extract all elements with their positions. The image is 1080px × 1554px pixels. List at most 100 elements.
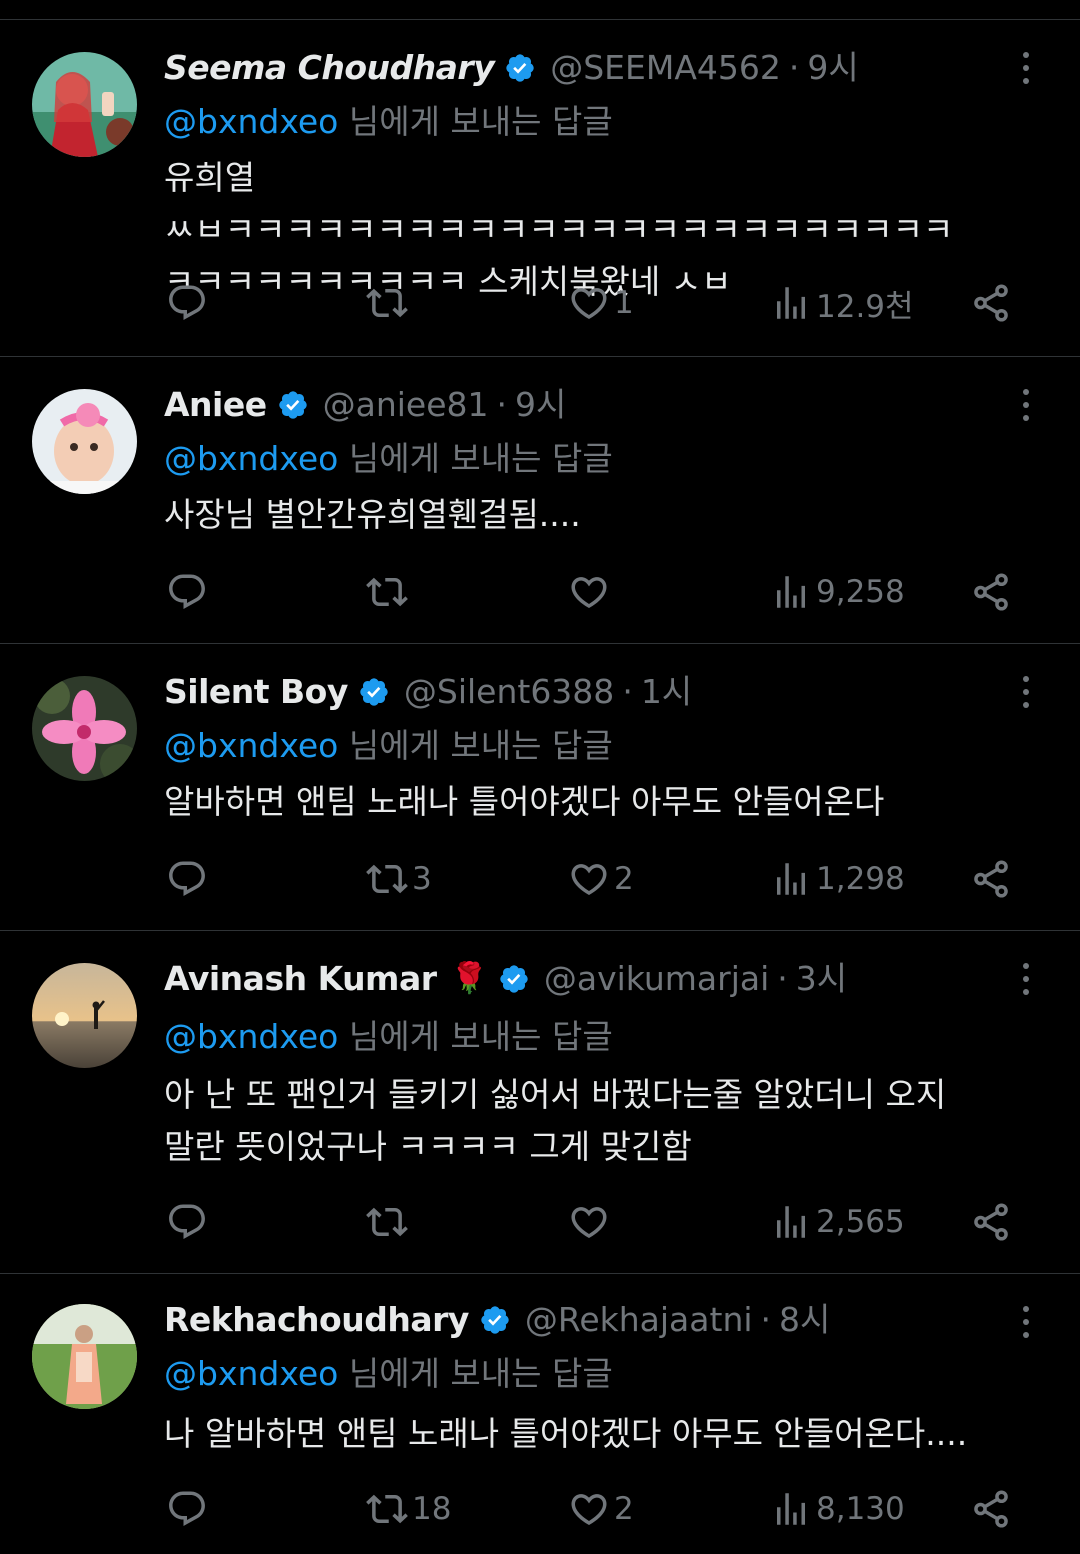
replying-to: @bxndxeo 님에게 보내는 답글 <box>164 100 613 144</box>
avatar[interactable] <box>32 389 137 494</box>
separator-dot: · <box>622 672 633 711</box>
more-icon[interactable] <box>1016 48 1036 88</box>
views-button[interactable]: 12.9천 <box>770 278 914 328</box>
reply-button[interactable] <box>166 1484 212 1534</box>
verified-badge-icon <box>278 391 307 419</box>
reply-tweet[interactable]: Aniee @aniee81 · 9시 @bxndxeo 님에게 보내는 답글 … <box>0 357 1080 644</box>
views-chart-icon <box>777 1493 805 1525</box>
like-count: 2 <box>614 1491 634 1527</box>
retweet-count: 18 <box>412 1491 452 1527</box>
reply-icon <box>169 1491 205 1526</box>
avatar[interactable] <box>32 676 137 781</box>
reply-suffix: 님에게 보내는 답글 <box>338 439 613 478</box>
reply-tweet[interactable]: Seema Choudhary @SEEMA4562 · 9시 @bxndxeo… <box>0 20 1080 357</box>
display-name[interactable]: Seema Choudhary <box>164 46 495 90</box>
avatar[interactable] <box>32 1304 137 1409</box>
retweet-button[interactable]: 3 <box>366 854 432 904</box>
reply-suffix: 님에게 보내는 답글 <box>338 726 613 765</box>
like-button[interactable] <box>568 1197 614 1247</box>
handle[interactable]: @SEEMA4562 <box>550 46 781 90</box>
retweet-icon <box>366 1494 408 1524</box>
action-bar: 3 2 1,298 <box>164 854 1024 904</box>
heart-icon <box>571 1207 607 1239</box>
display-name[interactable]: Aniee <box>164 383 267 427</box>
tweet-text: 나 알바하면 앤팀 노래나 틀어야겠다 아무도 안들어온다.... <box>164 1414 968 1453</box>
views-chart-icon <box>777 863 805 895</box>
reply-tweet[interactable]: Avinash Kumar 🌹 @avikumarjai · 3시 @bxndx… <box>0 931 1080 1274</box>
reply-mention-link[interactable]: @bxndxeo <box>164 1354 338 1393</box>
share-button[interactable] <box>970 1484 1012 1534</box>
tweet-header: Aniee @aniee81 · 9시 <box>164 383 566 427</box>
replying-to: @bxndxeo 님에게 보내는 답글 <box>164 1015 613 1059</box>
display-name[interactable]: Avinash Kumar <box>164 957 437 1001</box>
reply-suffix: 님에게 보내는 답글 <box>338 1017 613 1056</box>
separator-dot: · <box>777 959 788 998</box>
share-button[interactable] <box>970 854 1012 904</box>
reply-button[interactable] <box>166 1197 212 1247</box>
more-icon[interactable] <box>1016 385 1036 425</box>
avatar[interactable] <box>32 963 137 1068</box>
like-button[interactable]: 1 <box>568 278 634 328</box>
timestamp[interactable]: 3시 <box>796 957 847 1001</box>
avatar[interactable] <box>32 52 137 157</box>
timestamp[interactable]: 9시 <box>807 46 858 90</box>
handle[interactable]: @aniee81 <box>323 383 489 427</box>
replying-to: @bxndxeo 님에게 보내는 답글 <box>164 1352 613 1396</box>
retweet-button[interactable]: 18 <box>366 1484 451 1534</box>
replying-to: @bxndxeo 님에게 보내는 답글 <box>164 437 613 481</box>
share-icon <box>974 1203 1008 1241</box>
reply-mention-link[interactable]: @bxndxeo <box>164 439 338 478</box>
view-count: 1,298 <box>816 861 905 897</box>
share-button[interactable] <box>970 1197 1012 1247</box>
reply-mention-link[interactable]: @bxndxeo <box>164 726 338 765</box>
avatar-image <box>32 963 137 1068</box>
reply-mention-link[interactable]: @bxndxeo <box>164 1017 338 1056</box>
like-button[interactable]: 2 <box>568 1484 634 1534</box>
more-icon[interactable] <box>1016 1302 1036 1342</box>
verified-badge-icon <box>481 1306 509 1334</box>
reply-tweet[interactable]: Silent Boy @Silent6388 · 1시 @bxndxeo 님에게… <box>0 644 1080 931</box>
timestamp[interactable]: 9시 <box>515 383 566 427</box>
timestamp[interactable]: 8시 <box>779 1298 830 1342</box>
tweet-header: Rekhachoudhary @Rekhajaatni · 8시 <box>164 1298 830 1342</box>
views-button[interactable]: 1,298 <box>770 854 905 904</box>
views-button[interactable]: 8,130 <box>770 1484 905 1534</box>
reply-mention-link[interactable]: @bxndxeo <box>164 102 338 141</box>
tweet-header: Avinash Kumar 🌹 @avikumarjai · 3시 <box>164 957 847 1001</box>
retweet-icon <box>366 864 408 894</box>
views-chart-icon <box>777 287 805 319</box>
retweet-button[interactable] <box>366 1197 412 1247</box>
reply-suffix: 님에게 보내는 답글 <box>338 1354 613 1393</box>
more-icon[interactable] <box>1016 959 1036 999</box>
timestamp[interactable]: 1시 <box>641 670 692 714</box>
retweet-icon <box>366 288 408 318</box>
reply-tweet[interactable]: Rekhachoudhary @Rekhajaatni · 8시 @bxndxe… <box>0 1274 1080 1554</box>
reply-button[interactable] <box>166 567 212 617</box>
retweet-button[interactable] <box>366 567 412 617</box>
reply-icon <box>169 285 205 320</box>
reply-button[interactable] <box>166 278 212 328</box>
share-button[interactable] <box>970 567 1012 617</box>
handle[interactable]: @Silent6388 <box>404 670 614 714</box>
display-name[interactable]: Rekhachoudhary <box>164 1298 469 1342</box>
like-count: 2 <box>614 861 634 897</box>
avatar-image <box>32 676 137 781</box>
handle[interactable]: @Rekhajaatni <box>525 1298 753 1342</box>
reply-icon <box>169 574 205 609</box>
views-button[interactable]: 9,258 <box>770 567 905 617</box>
handle[interactable]: @avikumarjai <box>544 957 769 1001</box>
display-name[interactable]: Silent Boy <box>164 670 348 714</box>
like-button[interactable]: 2 <box>568 854 634 904</box>
separator-dot: · <box>760 1300 772 1339</box>
share-icon <box>974 573 1008 611</box>
like-count: 1 <box>614 285 634 321</box>
verified-badge-icon <box>500 965 528 993</box>
share-button[interactable] <box>970 278 1012 328</box>
views-chart-icon <box>777 576 805 608</box>
reply-button[interactable] <box>166 854 212 904</box>
retweet-button[interactable] <box>366 278 412 328</box>
like-button[interactable] <box>568 567 614 617</box>
views-button[interactable]: 2,565 <box>770 1197 905 1247</box>
share-icon <box>974 1490 1008 1528</box>
more-icon[interactable] <box>1016 672 1036 712</box>
